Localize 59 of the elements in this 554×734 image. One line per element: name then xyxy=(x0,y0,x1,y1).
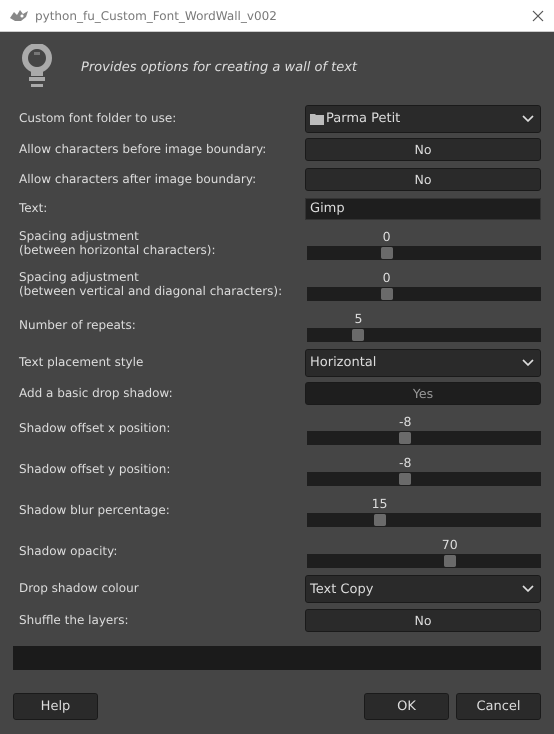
option-label: Allow characters after image boundary: xyxy=(19,172,256,186)
option-label: Shadow offset x position: xyxy=(19,422,170,436)
option-label: Shuffle the layers: xyxy=(19,614,129,627)
slider-track[interactable] xyxy=(307,246,541,260)
dialog-button[interactable]: Cancel xyxy=(456,693,541,720)
dropdown-value: Horizontal xyxy=(310,355,378,370)
toggle-button[interactable]: No xyxy=(305,168,541,191)
slider-track[interactable] xyxy=(307,554,541,568)
option-label: Add a basic drop shadow: xyxy=(19,387,173,400)
option-label: Drop shadow colour xyxy=(19,582,139,596)
option-label: Shadow offset y position: xyxy=(19,463,170,477)
description: Provides options for creating a wall of text xyxy=(81,60,358,74)
slider-thumb[interactable] xyxy=(352,328,364,340)
option-label: Custom font folder to use: xyxy=(19,112,176,126)
option-label: Spacing adjustment (between vertical and diagonal characters): xyxy=(19,271,282,298)
slider-value: 70 xyxy=(442,537,458,552)
option-label: Spacing adjustment (between horizontal characters): xyxy=(19,230,216,257)
slider-track[interactable] xyxy=(307,431,541,445)
dropdown[interactable]: Text Copy xyxy=(305,575,541,603)
slider-track[interactable] xyxy=(307,513,541,527)
slider-thumb[interactable] xyxy=(380,246,393,258)
slider-value: 0 xyxy=(382,228,391,244)
dropdown[interactable]: Parma Petit xyxy=(305,104,541,132)
option-label: Allow characters before image boundary: xyxy=(19,143,266,156)
lightbulb-icon xyxy=(21,44,53,90)
app-icon xyxy=(9,8,29,22)
help-button[interactable]: Help xyxy=(13,693,98,720)
slider-thumb[interactable] xyxy=(380,288,393,300)
dropdown[interactable]: Horizontal xyxy=(305,348,541,376)
chevron-icon xyxy=(522,114,534,122)
toggle-button[interactable]: No xyxy=(305,138,541,162)
slider-value: -8 xyxy=(399,455,412,470)
option-label: Shadow opacity: xyxy=(19,545,118,559)
slider-value: 15 xyxy=(372,496,388,511)
chevron-icon xyxy=(522,585,534,593)
window-title: python_fu_Custom_Font_WordWall_v002 xyxy=(35,8,278,22)
toggle-button[interactable]: Yes xyxy=(305,382,541,406)
slider-value: 0 xyxy=(382,270,391,284)
slider-track[interactable] xyxy=(307,286,541,300)
option-label: Text: xyxy=(19,202,48,216)
option-label: Shadow blur percentage: xyxy=(19,504,170,518)
toggle-button[interactable]: No xyxy=(305,608,541,632)
option-label: Number of repeats: xyxy=(19,318,136,332)
slider-thumb[interactable] xyxy=(399,432,412,444)
dropdown-value: Text Copy xyxy=(310,582,374,596)
option-label: Text placement style xyxy=(19,356,144,370)
slider-thumb[interactable] xyxy=(444,555,456,567)
slider-thumb[interactable] xyxy=(399,473,412,485)
slider-thumb[interactable] xyxy=(374,514,386,526)
dialog-button[interactable]: OK xyxy=(364,693,449,720)
text-field[interactable]: Gimp xyxy=(305,198,541,220)
dropdown-value: Parma Petit xyxy=(326,111,402,126)
chevron-icon xyxy=(522,358,534,366)
slider-track[interactable] xyxy=(307,472,541,486)
folder-icon xyxy=(310,112,324,124)
slider-value: 5 xyxy=(354,310,362,326)
slider-track[interactable] xyxy=(307,328,541,342)
slider-value: -8 xyxy=(399,414,412,429)
close-icon[interactable] xyxy=(532,10,544,22)
